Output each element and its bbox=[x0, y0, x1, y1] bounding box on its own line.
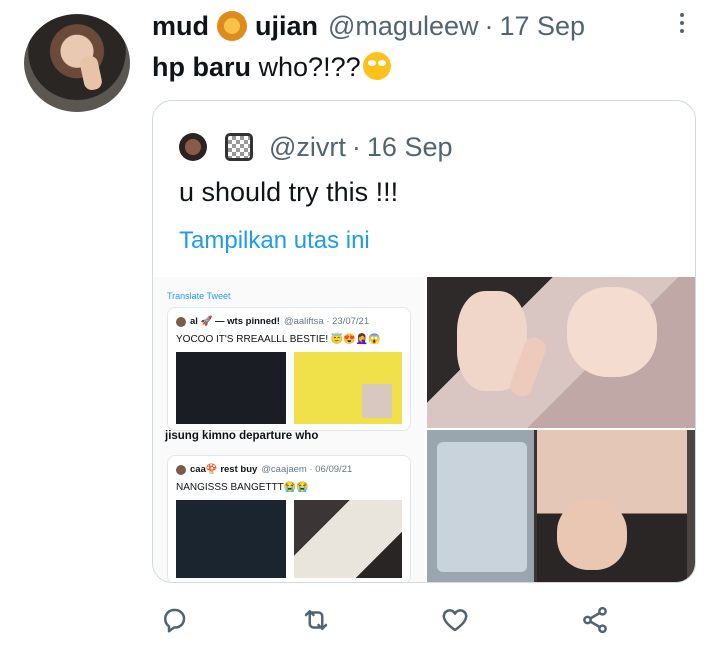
photo-face bbox=[567, 287, 657, 377]
embedded-avatar bbox=[176, 316, 186, 327]
embedded-post-2-header: caa🍄 rest buy @caajaem · 06/09/21 bbox=[176, 464, 352, 475]
media-image-photo-1[interactable] bbox=[427, 277, 695, 428]
tweet-text-rest: who?!?? bbox=[258, 52, 361, 82]
quoted-tweet[interactable]: @zivrt · 16 Sep u should try this !!! Ta… bbox=[152, 100, 696, 583]
media-grid: Translate Tweet al 🚀 — wts pinned! @aali… bbox=[153, 277, 695, 582]
tweet-text-bold: hp baru bbox=[152, 52, 251, 82]
embedded-image-card bbox=[294, 500, 402, 578]
tweet-actions bbox=[0, 600, 719, 648]
more-options-icon[interactable] bbox=[672, 8, 692, 38]
photo-face bbox=[557, 500, 627, 570]
face-with-rolling-eyes-icon bbox=[362, 52, 391, 80]
embedded-post-1-header: al 🚀 — wts pinned! @aaliftsa · 23/07/21 bbox=[176, 316, 369, 327]
display-name-part1[interactable]: mud bbox=[152, 11, 209, 42]
media-image-screenshot[interactable]: Translate Tweet al 🚀 — wts pinned! @aali… bbox=[153, 277, 427, 582]
embedded-post-2-handle: @caajaem · 06/09/21 bbox=[261, 464, 353, 475]
embedded-image-dark bbox=[176, 352, 286, 424]
author-avatar[interactable] bbox=[24, 14, 130, 112]
tweet-text: hp baru who?!?? bbox=[152, 52, 391, 83]
embedded-post-2-name: caa🍄 rest buy bbox=[190, 464, 258, 475]
embedded-post-1-text: YOCOO IT'S RREAALLL BESTIE! 😇😍🤦‍♀️😱 bbox=[176, 334, 381, 345]
quoted-separator-dot: · bbox=[351, 131, 361, 162]
tweet-header: mud ujian @maguleew · 17 Sep bbox=[152, 6, 585, 46]
embedded-post-1-name: al 🚀 — wts pinned! bbox=[190, 316, 280, 327]
share-icon[interactable] bbox=[575, 600, 615, 640]
separator-dot: · bbox=[484, 10, 494, 41]
lion-face-icon bbox=[217, 11, 247, 41]
retweet-icon[interactable] bbox=[296, 600, 336, 640]
show-thread-link[interactable]: Tampilkan utas ini bbox=[179, 227, 370, 255]
embedded-post-2: caa🍄 rest buy @caajaem · 06/09/21 NANGIS… bbox=[167, 455, 411, 582]
embedded-post-1-handle: @aaliftsa · 23/07/21 bbox=[283, 316, 370, 327]
tweet-date[interactable]: 17 Sep bbox=[500, 11, 586, 42]
quoted-author-handle[interactable]: @zivrt bbox=[269, 132, 346, 163]
embedded-avatar bbox=[176, 464, 186, 475]
embedded-image-yellow-note bbox=[294, 352, 402, 424]
author-handle[interactable]: @maguleew bbox=[328, 11, 478, 42]
avatar-peace-hand bbox=[78, 54, 104, 92]
quoted-tweet-text: u should try this !!! bbox=[179, 177, 399, 207]
quoted-tweet-header: @zivrt · 16 Sep bbox=[179, 129, 452, 165]
display-name-part2[interactable]: ujian bbox=[255, 11, 318, 42]
embedded-post-2-text: NANGISSS BANGETTT😭😭 bbox=[176, 482, 309, 493]
embedded-caption: jisung kimno departure who bbox=[165, 430, 319, 442]
quoted-author-avatar[interactable] bbox=[179, 133, 207, 161]
embedded-post-1: al 🚀 — wts pinned! @aaliftsa · 23/07/21 … bbox=[167, 307, 411, 431]
checker-flag-icon bbox=[225, 133, 253, 161]
reply-icon[interactable] bbox=[154, 600, 194, 640]
photocard bbox=[437, 442, 527, 572]
embedded-image-dark-2 bbox=[176, 500, 286, 578]
translate-tweet-label: Translate Tweet bbox=[167, 291, 231, 301]
heart-icon[interactable] bbox=[435, 600, 475, 640]
quoted-tweet-date[interactable]: 16 Sep bbox=[367, 132, 453, 163]
media-image-photocards[interactable] bbox=[427, 430, 695, 582]
